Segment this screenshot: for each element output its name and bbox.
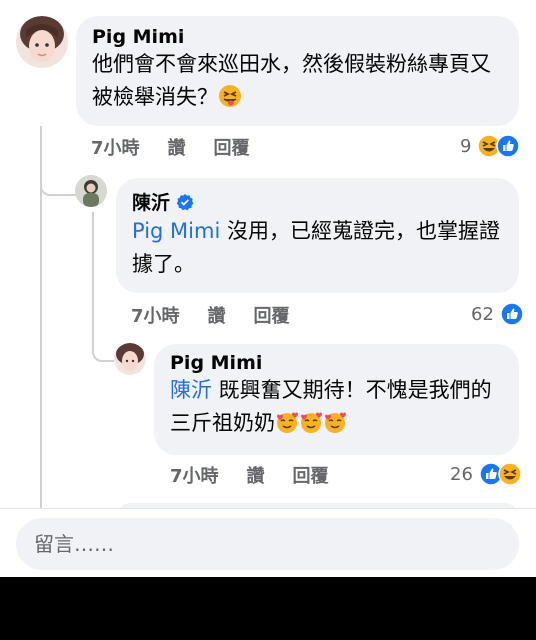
thread-line-reply: [92, 212, 94, 302]
reaction-summary[interactable]: 9: [460, 134, 521, 158]
reply-connector: [40, 164, 76, 196]
comment-text: 陳沂 既興奮又期待！不愧是我們的三斤祖奶奶: [170, 374, 503, 440]
smiling-hearts-emoji-icon: [299, 410, 323, 434]
like-reaction-icon: [496, 134, 521, 158]
system-bar: [0, 577, 536, 640]
comment-author[interactable]: Pig Mimi: [92, 26, 503, 48]
comment-bubble: 陳沂 Pig Mimi 沒用，已經蒐證完，也掌握證據了。: [116, 178, 519, 293]
comment-time[interactable]: 7小時: [170, 462, 219, 488]
avatar[interactable]: [114, 343, 146, 375]
mention-link[interactable]: Pig Mimi: [132, 219, 220, 243]
comment-input[interactable]: 留言……: [16, 518, 519, 570]
comment-actions: 7小時 讚 回覆: [91, 134, 278, 160]
reaction-count: 62: [471, 303, 494, 325]
mention-link[interactable]: 陳沂: [170, 378, 212, 402]
reply-button[interactable]: 回覆: [293, 462, 329, 488]
comment-composer-bar: 留言……: [0, 508, 536, 577]
comment-author-row: 陳沂: [132, 188, 503, 215]
comment-actions: 7小時 讚 回覆: [131, 302, 318, 328]
avatar[interactable]: [16, 16, 68, 68]
like-button[interactable]: 讚: [168, 134, 186, 160]
comment-author[interactable]: Pig Mimi: [170, 352, 503, 374]
reaction-summary[interactable]: 26: [450, 462, 522, 486]
comment-text: 他們會不會來巡田水，然後假裝粉絲專頁又被檢舉消失？: [92, 48, 503, 114]
verified-badge-icon: [176, 193, 194, 210]
smiling-hearts-emoji-icon: [275, 410, 299, 434]
comment-author[interactable]: 陳沂: [132, 188, 170, 215]
reply-button[interactable]: 回覆: [214, 134, 250, 160]
smiling-hearts-emoji-icon: [323, 410, 347, 434]
reply-connector-nested: [92, 300, 114, 362]
comment-thread: Pig Mimi 他們會不會來巡田水，然後假裝粉絲專頁又被檢舉消失？ 7小時 讚…: [0, 0, 536, 577]
avatar[interactable]: [75, 175, 107, 207]
reaction-count: 26: [450, 463, 473, 485]
like-button[interactable]: 讚: [247, 462, 265, 488]
reaction-count: 9: [460, 135, 472, 157]
comment-actions: 7小時 讚 回覆: [170, 462, 357, 488]
haha-reaction-icon: [498, 462, 522, 486]
comment-text-content: 他們會不會來巡田水，然後假裝粉絲專頁又被檢舉消失？: [92, 52, 491, 109]
squinting-tongue-emoji-icon: [218, 84, 242, 108]
reaction-summary[interactable]: 62: [471, 302, 524, 326]
comment-bubble: Pig Mimi 他們會不會來巡田水，然後假裝粉絲專頁又被檢舉消失？: [76, 16, 519, 126]
like-reaction-icon: [500, 302, 524, 326]
like-button[interactable]: 讚: [208, 302, 226, 328]
comment-time[interactable]: 7小時: [91, 134, 140, 160]
comment-bubble: Pig Mimi 陳沂 既興奮又期待！不愧是我們的三斤祖奶奶: [154, 344, 519, 455]
comment-time[interactable]: 7小時: [131, 302, 180, 328]
comment-text: Pig Mimi 沒用，已經蒐證完，也掌握證據了。: [132, 215, 503, 281]
reply-button[interactable]: 回覆: [254, 302, 290, 328]
